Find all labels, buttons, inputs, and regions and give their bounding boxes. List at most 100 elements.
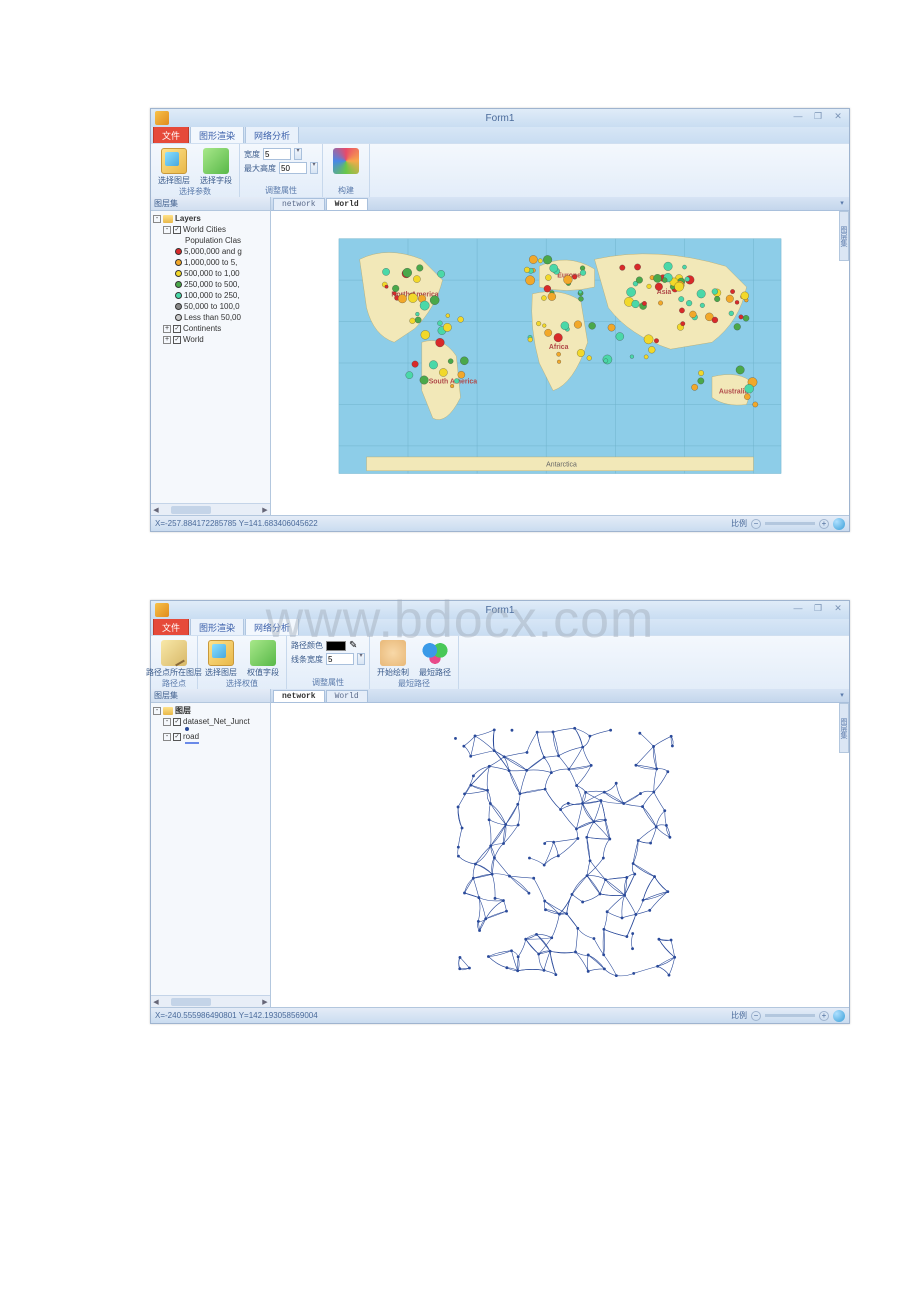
- pencil-icon[interactable]: ✎: [349, 640, 357, 651]
- globe-icon[interactable]: [833, 1010, 845, 1022]
- width-input[interactable]: [263, 148, 291, 160]
- ribbon-tab-network[interactable]: 网络分析: [245, 126, 299, 143]
- maxheight-label: 最大高度: [244, 163, 276, 174]
- ribbon-tab-file[interactable]: 文件: [153, 618, 189, 635]
- checkbox[interactable]: ✓: [173, 325, 181, 333]
- map-canvas[interactable]: North America South America Africa Europ…: [271, 211, 849, 515]
- tree-pop-header: Population Clas: [185, 235, 241, 246]
- legend-row: 500,000 to 1,00: [153, 268, 268, 279]
- sidebar-scrollbar[interactable]: ◀▶: [151, 995, 270, 1007]
- app-window-1: Form1 — ❐ ✕ 文件 图形渲染 网络分析 选择图层 选择字段 选择参数 …: [150, 108, 850, 532]
- legend-label: 500,000 to 1,00: [184, 268, 240, 279]
- width-spinner[interactable]: ▾: [294, 148, 302, 160]
- label-africa: Africa: [549, 344, 569, 351]
- group-label-adjust: 调整属性: [244, 185, 318, 197]
- linewidth-spinner[interactable]: ▾: [357, 653, 365, 665]
- layer-tree[interactable]: -Layers -✓World Cities Population Clas 5…: [151, 211, 270, 503]
- ribbon-body: 选择图层 选择字段 选择参数 宽度▾ 最大高度▾ 调整属性 构建: [151, 143, 849, 197]
- expand-icon[interactable]: +: [163, 325, 171, 333]
- map-canvas[interactable]: 图层集: [271, 703, 849, 1007]
- label-antarctica: Antarctica: [546, 462, 577, 469]
- ribbon-tab-render[interactable]: 图形渲染: [190, 126, 244, 143]
- expand-icon[interactable]: -: [153, 707, 161, 715]
- checkbox[interactable]: ✓: [173, 226, 181, 234]
- expand-icon[interactable]: -: [163, 718, 171, 726]
- legend-dot-icon: [175, 248, 182, 255]
- tree-root[interactable]: 图层: [175, 705, 191, 716]
- map-tabs: network World ▾: [271, 689, 849, 703]
- expand-icon[interactable]: -: [163, 733, 171, 741]
- layer-tree[interactable]: -图层 -✓dataset_Net_Junct -✓road: [151, 703, 270, 995]
- select-layer-label: 选择图层: [158, 175, 190, 186]
- minimize-button[interactable]: —: [791, 603, 805, 615]
- close-button[interactable]: ✕: [831, 111, 845, 123]
- select-layer-button[interactable]: 选择图层: [155, 146, 193, 186]
- zoom-in-button[interactable]: +: [819, 1011, 829, 1021]
- titlebar[interactable]: Form1 — ❐ ✕: [151, 601, 849, 619]
- sidebar-scrollbar[interactable]: ◀▶: [151, 503, 270, 515]
- globe-icon[interactable]: [833, 518, 845, 530]
- map-tab-world[interactable]: World: [326, 690, 368, 702]
- checkbox[interactable]: ✓: [173, 336, 181, 344]
- tree-dataset[interactable]: dataset_Net_Junct: [183, 716, 250, 727]
- tree-road[interactable]: road: [183, 731, 199, 742]
- maximize-button[interactable]: ❐: [811, 111, 825, 123]
- shortest-path-label: 最短路径: [419, 667, 451, 678]
- pathpoint-layer-button[interactable]: 路径点所在图层: [155, 638, 193, 678]
- minimize-button[interactable]: —: [791, 111, 805, 123]
- maxheight-spinner[interactable]: ▾: [310, 162, 318, 174]
- ribbon-group-build: 构建: [323, 144, 370, 197]
- side-handle[interactable]: 图层集: [839, 703, 849, 753]
- close-button[interactable]: ✕: [831, 603, 845, 615]
- expand-icon[interactable]: -: [163, 226, 171, 234]
- linewidth-input[interactable]: [326, 653, 354, 665]
- tree-cities[interactable]: World Cities: [183, 224, 226, 235]
- network-svg: [271, 703, 849, 1007]
- folder-icon: [161, 148, 187, 174]
- legend-dot-icon: [175, 314, 182, 321]
- map-panel: network World ▾: [271, 197, 849, 515]
- tree-continents[interactable]: Continents: [183, 323, 221, 334]
- checkbox[interactable]: ✓: [173, 733, 181, 741]
- map-tab-dropdown[interactable]: ▾: [837, 199, 847, 209]
- group-label-adjust: 调整属性: [291, 677, 365, 689]
- legend-label: 250,000 to 500,: [184, 279, 240, 290]
- select-layer-button[interactable]: 选择图层: [202, 638, 240, 678]
- zoom-slider[interactable]: [765, 1014, 815, 1017]
- select-layer-label: 选择图层: [205, 667, 237, 678]
- maximize-button[interactable]: ❐: [811, 603, 825, 615]
- map-tabs: network World ▾: [271, 197, 849, 211]
- tree-root[interactable]: Layers: [175, 213, 201, 224]
- expand-icon[interactable]: -: [153, 215, 161, 223]
- legend-label: 1,000,000 to 5,: [184, 257, 237, 268]
- start-draw-button[interactable]: 开始绘制: [374, 638, 412, 678]
- path-color-swatch[interactable]: [326, 641, 346, 651]
- window-title: Form1: [151, 113, 849, 124]
- ribbon-tab-network[interactable]: 网络分析: [245, 618, 299, 635]
- map-tab-dropdown[interactable]: ▾: [837, 691, 847, 701]
- map-tab-network[interactable]: network: [273, 198, 325, 210]
- maxheight-input[interactable]: [279, 162, 307, 174]
- content-area: 图层集 -图层 -✓dataset_Net_Junct -✓road ◀▶ ne…: [151, 689, 849, 1007]
- ribbon-tab-render[interactable]: 图形渲染: [190, 618, 244, 635]
- expand-icon[interactable]: +: [163, 336, 171, 344]
- zoom-in-button[interactable]: +: [819, 519, 829, 529]
- tag-icon: [203, 148, 229, 174]
- titlebar[interactable]: Form1 — ❐ ✕: [151, 109, 849, 127]
- side-handle[interactable]: 图层集: [839, 211, 849, 261]
- map-tab-network[interactable]: network: [273, 690, 325, 702]
- map-tab-world[interactable]: World: [326, 198, 368, 210]
- select-field-button[interactable]: 选择字段: [197, 146, 235, 186]
- status-coordinates: X=-257.884172285785 Y=141.683406045622: [155, 519, 318, 528]
- weight-field-button[interactable]: 权值字段: [244, 638, 282, 678]
- tree-world[interactable]: World: [183, 334, 204, 345]
- checkbox[interactable]: ✓: [173, 718, 181, 726]
- zoom-out-button[interactable]: −: [751, 1011, 761, 1021]
- ribbon-tab-file[interactable]: 文件: [153, 126, 189, 143]
- zoom-out-button[interactable]: −: [751, 519, 761, 529]
- group-label-build: 构建: [327, 185, 365, 197]
- build-button[interactable]: [327, 146, 365, 175]
- zoom-slider[interactable]: [765, 522, 815, 525]
- sidebar-title: 图层集: [151, 197, 270, 211]
- shortest-path-button[interactable]: 最短路径: [416, 638, 454, 678]
